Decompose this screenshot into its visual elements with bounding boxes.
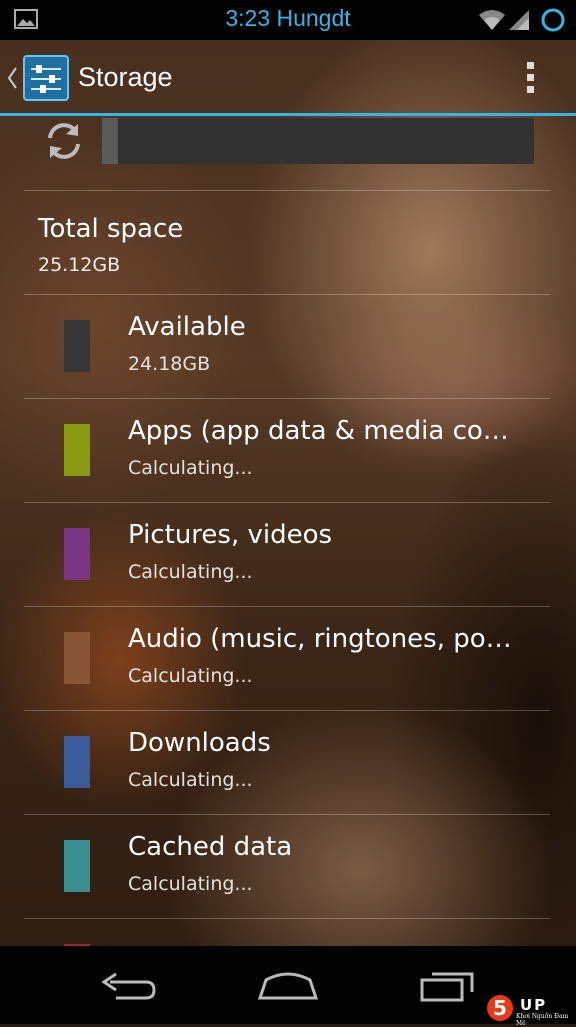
overflow-menu-button[interactable] bbox=[516, 56, 546, 100]
color-swatch bbox=[64, 736, 90, 788]
usage-bar-segment bbox=[102, 118, 118, 164]
color-swatch bbox=[64, 632, 90, 684]
color-swatch bbox=[64, 840, 90, 892]
storage-row-cached-data[interactable]: Cached data Calculating... bbox=[0, 814, 576, 918]
back-icon[interactable] bbox=[96, 970, 160, 1004]
wifi-icon bbox=[479, 10, 505, 30]
overflow-menu-icon bbox=[527, 74, 534, 81]
row-title: Apps (app data & media content) bbox=[128, 416, 520, 446]
color-swatch bbox=[64, 320, 90, 372]
row-value: Calculating... bbox=[128, 561, 253, 583]
storage-row-misc[interactable] bbox=[0, 918, 576, 946]
battery-circle-icon bbox=[541, 8, 565, 32]
svg-text:UP: UP bbox=[520, 996, 547, 1014]
storage-row-audio[interactable]: Audio (music, ringtones, podcasts, etc.)… bbox=[0, 606, 576, 710]
svg-text:5: 5 bbox=[493, 996, 507, 1020]
usage-summary-row bbox=[0, 116, 576, 190]
color-swatch bbox=[64, 528, 90, 580]
row-value: 24.18GB bbox=[128, 353, 211, 375]
row-title: Pictures, videos bbox=[128, 520, 333, 550]
storage-list[interactable]: Total space 25.12GB Available 24.18GB Ap… bbox=[0, 116, 576, 946]
row-title: Cached data bbox=[128, 832, 293, 862]
total-space-title: Total space bbox=[38, 214, 184, 244]
settings-sliders-icon[interactable] bbox=[22, 54, 70, 102]
row-title: Downloads bbox=[128, 728, 271, 758]
row-value: Calculating... bbox=[128, 873, 253, 895]
row-value: Calculating... bbox=[128, 665, 253, 687]
storage-row-available[interactable]: Available 24.18GB bbox=[0, 294, 576, 398]
home-icon[interactable] bbox=[254, 968, 322, 1002]
color-swatch bbox=[64, 424, 90, 476]
overflow-menu-icon bbox=[527, 62, 534, 69]
storage-row-downloads[interactable]: Downloads Calculating... bbox=[0, 710, 576, 814]
row-title: Available bbox=[128, 312, 246, 342]
overflow-menu-icon bbox=[527, 86, 534, 93]
storage-row-apps[interactable]: Apps (app data & media content) Calculat… bbox=[0, 398, 576, 502]
row-title: Audio (music, ringtones, podcasts, etc.) bbox=[128, 624, 520, 654]
status-bar: 3:23 Hungdt bbox=[0, 0, 576, 40]
total-space-value: 25.12GB bbox=[38, 254, 121, 276]
recents-icon[interactable] bbox=[418, 966, 480, 1004]
storage-usage-bar bbox=[102, 118, 534, 164]
row-value: Calculating... bbox=[128, 769, 253, 791]
divider bbox=[24, 190, 550, 191]
storage-row-pictures-videos[interactable]: Pictures, videos Calculating... bbox=[0, 502, 576, 606]
action-bar-title: Storage bbox=[78, 62, 173, 92]
up-caret-icon[interactable] bbox=[6, 62, 18, 94]
refresh-icon[interactable] bbox=[42, 118, 86, 164]
row-value: Calculating... bbox=[128, 457, 253, 479]
watermark-tagline: Khơi Nguồn Đam Mê bbox=[516, 1013, 569, 1027]
signal-icon bbox=[509, 10, 529, 30]
